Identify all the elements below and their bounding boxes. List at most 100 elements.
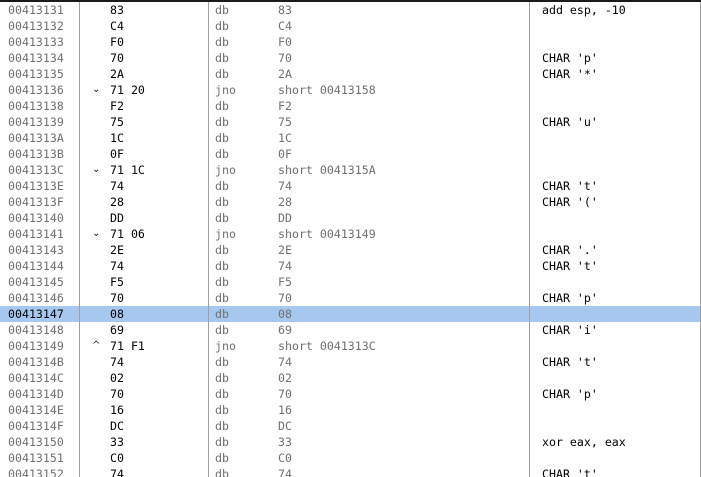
address-cell: 00413134 [8,51,64,65]
table-row[interactable]: 00413132 C4 db C4 [0,18,701,34]
address-cell: 0041313A [8,131,64,145]
mnemonic-cell: db [215,355,229,369]
table-row[interactable]: 0041313A 1C db 1C [0,130,701,146]
bytes-column-divider[interactable] [208,0,209,477]
table-row[interactable]: 00413148 69 db 69 CHAR 'i' [0,322,701,338]
mnemonic-cell: db [215,275,229,289]
table-row[interactable]: 00413141 ⌄ 71 06 jno short 00413149 [0,226,701,242]
address-column-divider[interactable] [79,0,80,477]
table-row[interactable]: 0041313E 74 db 74 CHAR 't' [0,178,701,194]
operand-cell: 1C [278,131,292,145]
table-row[interactable]: 0041313C ⌄ 71 1C jno short 0041315A [0,162,701,178]
mnemonic-cell: db [215,419,229,433]
hex-bytes-cell: F0 [110,35,124,49]
hex-bytes-cell: 2A [110,67,124,81]
table-row[interactable]: 0041313F 28 db 28 CHAR '(' [0,194,701,210]
table-row[interactable]: 00413139 75 db 75 CHAR 'u' [0,114,701,130]
mnemonic-cell: db [215,195,229,209]
mnemonic-cell: db [215,35,229,49]
hex-bytes-cell: 0F [110,147,124,161]
operand-cell: 74 [278,467,292,477]
mnemonic-cell: db [215,19,229,33]
hex-bytes-cell: F2 [110,99,124,113]
pane-top-border [0,0,701,2]
operand-cell: 2A [278,67,292,81]
disassembly-pane[interactable]: 00413131 83 db 83 add esp, -10 00413132 C4 db C4… [0,0,701,477]
selected-table-row[interactable]: 00413147 08 db 08 [0,306,701,322]
table-row[interactable]: 00413134 70 db 70 CHAR 'p' [0,50,701,66]
hex-bytes-cell: 08 [110,307,124,321]
comment-cell: CHAR '.' [542,243,598,257]
operand-cell: 08 [278,307,292,321]
address-cell: 00413148 [8,323,64,337]
operand-cell: 70 [278,387,292,401]
mnemonic-cell: db [215,3,229,17]
operand-cell: DD [278,211,292,225]
hex-bytes-cell: DC [110,419,124,433]
address-cell: 00413139 [8,115,64,129]
table-row[interactable]: 00413140 DD db DD [0,210,701,226]
mnemonic-cell: db [215,211,229,225]
hex-bytes-cell: 74 [110,355,124,369]
comment-cell: CHAR '(' [542,195,598,209]
table-row[interactable]: 0041313B 0F db 0F [0,146,701,162]
address-cell: 00413151 [8,451,64,465]
table-row[interactable]: 00413149 ^ 71 F1 jno short 0041313C [0,338,701,354]
table-row[interactable]: 0041314D 70 db 70 CHAR 'p' [0,386,701,402]
address-cell: 00413140 [8,211,64,225]
operand-cell: short 00413149 [278,227,376,241]
operand-cell: 16 [278,403,292,417]
address-cell: 00413135 [8,67,64,81]
disassembly-column-divider[interactable] [529,0,530,477]
operand-cell: short 0041313C [278,339,376,353]
comment-cell: CHAR 'u' [542,115,598,129]
hex-bytes-cell: 33 [110,435,124,449]
table-row[interactable]: 00413152 74 db 74 CHAR 't' [0,466,701,477]
address-cell: 00413150 [8,435,64,449]
table-row[interactable]: 0041314C 02 db 02 [0,370,701,386]
table-row[interactable]: 00413150 33 db 33 xor eax, eax [0,434,701,450]
mnemonic-cell: db [215,387,229,401]
mnemonic-cell: db [215,99,229,113]
hex-bytes-cell: DD [110,211,124,225]
operand-cell: C0 [278,451,292,465]
comment-cell: CHAR 'p' [542,291,598,305]
address-cell: 00413136 [8,83,64,97]
address-cell: 00413141 [8,227,64,241]
address-cell: 0041314F [8,419,64,433]
table-row[interactable]: 00413145 F5 db F5 [0,274,701,290]
table-row[interactable]: 00413146 70 db 70 CHAR 'p' [0,290,701,306]
table-row[interactable]: 00413138 F2 db F2 [0,98,701,114]
operand-cell: short 0041315A [278,163,376,177]
address-cell: 00413147 [8,307,64,321]
operand-cell: F5 [278,275,292,289]
table-row[interactable]: 0041314B 74 db 74 CHAR 't' [0,354,701,370]
hex-bytes-cell: 02 [110,371,124,385]
mnemonic-cell: db [215,467,229,477]
operand-cell: 74 [278,355,292,369]
table-row[interactable]: 0041314F DC db DC [0,418,701,434]
address-cell: 00413149 [8,339,64,353]
hex-bytes-cell: C0 [110,451,124,465]
hex-bytes-cell: 74 [110,179,124,193]
table-row[interactable]: 00413143 2E db 2E CHAR '.' [0,242,701,258]
hex-bytes-cell: 2E [110,243,124,257]
table-row[interactable]: 00413133 F0 db F0 [0,34,701,50]
address-cell: 00413131 [8,3,64,17]
mnemonic-cell: db [215,179,229,193]
operand-cell: 70 [278,291,292,305]
table-row[interactable]: 00413144 74 db 74 CHAR 't' [0,258,701,274]
table-row[interactable]: 00413135 2A db 2A CHAR '*' [0,66,701,82]
comment-cell: CHAR 'i' [542,323,598,337]
operand-cell: 0F [278,147,292,161]
operand-cell: 70 [278,51,292,65]
table-row[interactable]: 0041314E 16 db 16 [0,402,701,418]
mnemonic-cell: db [215,307,229,321]
table-row[interactable]: 00413151 C0 db C0 [0,450,701,466]
mnemonic-cell: db [215,259,229,273]
table-row[interactable]: 00413131 83 db 83 add esp, -10 [0,2,701,18]
jump-arrow-icon: ⌄ [92,164,101,175]
mnemonic-cell: jno [215,339,236,353]
mnemonic-cell: db [215,51,229,65]
table-row[interactable]: 00413136 ⌄ 71 20 jno short 00413158 [0,82,701,98]
